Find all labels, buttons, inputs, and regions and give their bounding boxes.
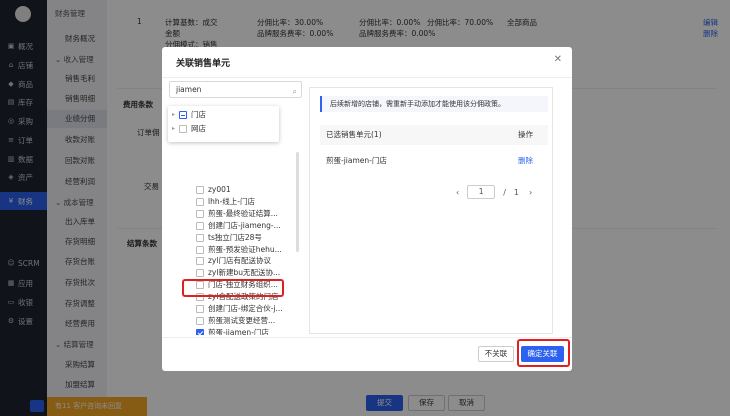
checkbox[interactable] xyxy=(196,209,204,218)
checkbox[interactable] xyxy=(196,305,204,313)
checkbox[interactable] xyxy=(196,221,204,230)
operation-header: 操作 xyxy=(518,130,533,139)
checkbox[interactable] xyxy=(196,197,204,206)
list-item[interactable]: zyl新建bu无配送协... xyxy=(196,267,280,279)
highlight-box-confirm xyxy=(517,339,570,367)
list-item-label: zyl门店有配送协议 xyxy=(208,256,271,266)
list-item-label: 煎蛋-最终验证结算... xyxy=(208,208,278,218)
list-item[interactable]: 创建门店-jiameng-... xyxy=(196,220,281,232)
tree-scrollbar[interactable] xyxy=(296,152,299,252)
list-item-label: 煎蛋测试变更经营... xyxy=(208,315,276,325)
list-item[interactable]: zyl门店有配送协议 xyxy=(196,255,271,267)
modal-title: 关联销售单元 xyxy=(176,59,231,69)
search-input[interactable]: jiamen ⌕ xyxy=(169,81,302,98)
dropdown-item-online-store[interactable]: ▸ 网店 xyxy=(172,123,206,135)
list-item-label: ts独立门店28号 xyxy=(208,232,262,242)
close-icon[interactable]: ✕ xyxy=(554,54,562,65)
search-icon: ⌕ xyxy=(292,87,297,96)
list-item-label: 煎蛋-预发验证hehu... xyxy=(208,244,282,254)
channel-type-dropdown: ▸ 门店 ▸ 网店 xyxy=(168,106,279,142)
list-item-label: 创建门店-绑定合伙-j... xyxy=(208,304,283,313)
highlight-box-selected-store xyxy=(182,279,284,297)
list-item-label: lhh-线上-门店 xyxy=(208,196,256,206)
list-item[interactable]: zy001 xyxy=(196,184,231,196)
checkbox[interactable] xyxy=(179,111,188,119)
list-item[interactable]: 创建门店-绑定合伙-j... xyxy=(196,303,283,315)
prev-page-icon[interactable]: ‹ xyxy=(456,188,459,197)
remove-link[interactable]: 删除 xyxy=(518,152,533,170)
table-row: 煎蛋-jiamen-门店 删除 xyxy=(320,152,548,170)
checkbox[interactable] xyxy=(196,269,204,278)
no-link-button[interactable]: 不关联 xyxy=(478,346,514,362)
checkbox[interactable] xyxy=(196,186,204,194)
list-item-label: zy001 xyxy=(208,185,231,194)
list-item[interactable]: 煎蛋-预发验证hehu... xyxy=(196,244,282,256)
checkbox[interactable] xyxy=(196,257,204,266)
list-item-label: 煎蛋-jiamen-门店 xyxy=(208,327,269,335)
checkbox[interactable] xyxy=(196,316,204,325)
checkbox[interactable] xyxy=(196,328,204,335)
total-pages: 1 xyxy=(513,187,519,197)
info-banner: 后续新增的店铺，需重新手动添加才能使用该分佣政策。 xyxy=(320,96,548,112)
selected-table-header: 已选销售单元(1) 操作 xyxy=(320,125,548,145)
search-input-value: jiamen xyxy=(176,85,202,94)
selected-count-header: 已选销售单元(1) xyxy=(326,130,382,139)
page-input[interactable]: 1 xyxy=(467,185,496,199)
list-item[interactable]: ts独立门店28号 xyxy=(196,232,262,244)
next-page-icon[interactable]: › xyxy=(529,188,532,197)
link-sales-unit-modal: 关联销售单元 ✕ jiamen ⌕ zy001 lhh-线上-门店煎蛋-最终验证结… xyxy=(162,47,572,371)
list-item[interactable]: lhh-线上-门店 xyxy=(196,196,255,208)
checkbox[interactable] xyxy=(196,245,204,254)
checkbox[interactable] xyxy=(179,125,188,133)
checkbox[interactable] xyxy=(196,233,204,242)
pagination: ‹ 1 / 1 › xyxy=(456,185,532,199)
selected-unit-name: 煎蛋-jiamen-门店 xyxy=(326,156,387,165)
list-item[interactable]: 煎蛋-jiamen-门店 xyxy=(196,327,269,335)
selected-units-panel: 后续新增的店铺，需重新手动添加才能使用该分佣政策。 已选销售单元(1) 操作 煎… xyxy=(309,87,553,334)
list-item-label: zyl新建bu无配送协... xyxy=(208,268,281,278)
list-item-label: 创建门店-jiameng-... xyxy=(208,220,281,230)
dropdown-item-store[interactable]: ▸ 门店 xyxy=(172,109,206,121)
list-item[interactable]: 煎蛋测试变更经营... xyxy=(196,315,275,327)
list-item[interactable]: 煎蛋-最终验证结算... xyxy=(196,208,278,220)
